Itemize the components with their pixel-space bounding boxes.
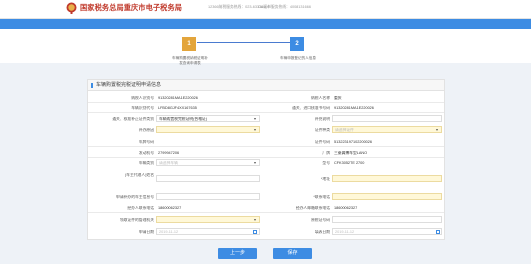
engine-number-label: 发动机号 [138, 151, 154, 155]
step-1-label: 车辆购置税纳税证明补 发查询申请表 [172, 56, 208, 65]
chevron-down-icon: ▾ [254, 116, 257, 121]
agent-phone-label: 经办人联系电话 [127, 206, 154, 210]
address-label: *地址 [320, 177, 330, 181]
taxpayer-name-value: 重庆 [334, 96, 342, 100]
agent-email-phone-value: 18600062327 [334, 206, 358, 210]
row-divider [88, 102, 444, 103]
vehicle-category-label: 车辆类别 [138, 161, 154, 165]
apply-date-label: 申请日期 [138, 230, 154, 234]
reissue-reason-select[interactable] [156, 126, 260, 133]
form-title: 车辆购置税完税证明申请信息 [88, 80, 444, 91]
taxpayer-id-label: 纳税人识别号 [131, 96, 154, 100]
original-cert-input[interactable] [332, 216, 442, 223]
chevron-down-icon: ▾ [254, 217, 257, 222]
cert-type-label: 通关、核准补正证件类别 [112, 117, 154, 121]
vehicle-category-placeholder: 请选择车辆 [159, 161, 178, 165]
ca-hotline: CA证书服务热线：4008131666 [258, 5, 311, 9]
row-divider [88, 146, 444, 147]
reissue-reason-label: 补办原因 [138, 128, 154, 132]
contact-phone-input[interactable] [332, 193, 442, 200]
fill-date-label: 填表日期 [314, 230, 330, 234]
calendar-icon[interactable] [253, 229, 257, 234]
contact-phone-label: *联系电话 [313, 195, 330, 199]
model-value: CFK3052TE 2700 [334, 161, 365, 165]
address-input[interactable] [332, 175, 442, 182]
id-type-placeholder: 请选择证件 [335, 128, 354, 132]
chevron-down-icon: ▾ [254, 127, 257, 132]
issuing-authority-select[interactable] [156, 216, 260, 223]
remark-input[interactable] [332, 115, 442, 122]
model-label: 型号 [322, 161, 330, 165]
title-marker [91, 83, 93, 88]
id-number-value: 513223197102200026 [334, 140, 373, 144]
row-divider [88, 157, 444, 158]
chevron-down-icon: ▾ [254, 160, 257, 165]
remark-label: 补充说明 [314, 117, 330, 121]
id-type-label: 证件种类 [314, 128, 330, 132]
engine-number-value: 2799947206 [158, 151, 180, 155]
agent-phone-value: 18600062327 [158, 206, 182, 210]
fill-date-value: 2019-11-12 [335, 230, 355, 234]
previous-step-button[interactable]: 上一步 [218, 248, 257, 259]
step-2-label: 车辆申报登记的人信息 [280, 56, 316, 60]
owner-agent-name-label: (车主代理人)姓名 [124, 173, 154, 177]
taxpayer-id-value: 91320281MA1E220026 [158, 96, 198, 100]
brand-label: 厂牌 [322, 151, 330, 155]
top-bar: 国家税务总局重庆市电子税务局 12366纳税服务热线：023-63336666 … [0, 0, 531, 19]
row-divider [88, 212, 444, 213]
row-divider [88, 112, 444, 113]
header-band [0, 19, 531, 29]
cert-type-value: 车辆购置税完税证明(合格证) [159, 117, 208, 121]
save-button[interactable]: 保存 [273, 248, 312, 259]
calendar-icon[interactable] [436, 229, 440, 234]
customs-cert-label: 通关、进口核准书号码 [292, 106, 330, 110]
step-indicator [0, 29, 531, 63]
owner-agent-name-input[interactable] [156, 175, 260, 182]
apply-date-value: 2019-11-12 [159, 230, 179, 234]
owner-info-label: 申请补办的车主信息号 [116, 195, 154, 199]
chevron-down-icon: ▾ [436, 127, 439, 132]
original-cert-label: 原税证号码 [311, 218, 330, 222]
vin-label: 车辆识别代号 [131, 106, 154, 110]
vin-value: LFBD8GJF4XX167635 [158, 106, 197, 110]
step-2-badge: 2 [290, 37, 304, 51]
step-1-badge: 1 [182, 37, 196, 51]
customs-cert-value: 91320281MA1E220026 [334, 106, 374, 110]
owner-info-input[interactable] [156, 193, 260, 200]
step-connector [197, 42, 290, 43]
agent-email-phone-label: 经办人邮箱联系电话 [295, 206, 330, 210]
brand-value: 三菱翼搏车型LANO [334, 151, 368, 155]
plate-number-label: 车牌号码 [138, 140, 154, 144]
issuing-authority-label: 领取证件的管理机关 [119, 218, 154, 222]
id-number-label: 证件号码 [314, 140, 330, 144]
site-title: 国家税务总局重庆市电子税务局 [80, 3, 183, 12]
taxpayer-name-label: 纳税人名称 [311, 96, 330, 100]
tax-emblem-icon [66, 2, 77, 14]
